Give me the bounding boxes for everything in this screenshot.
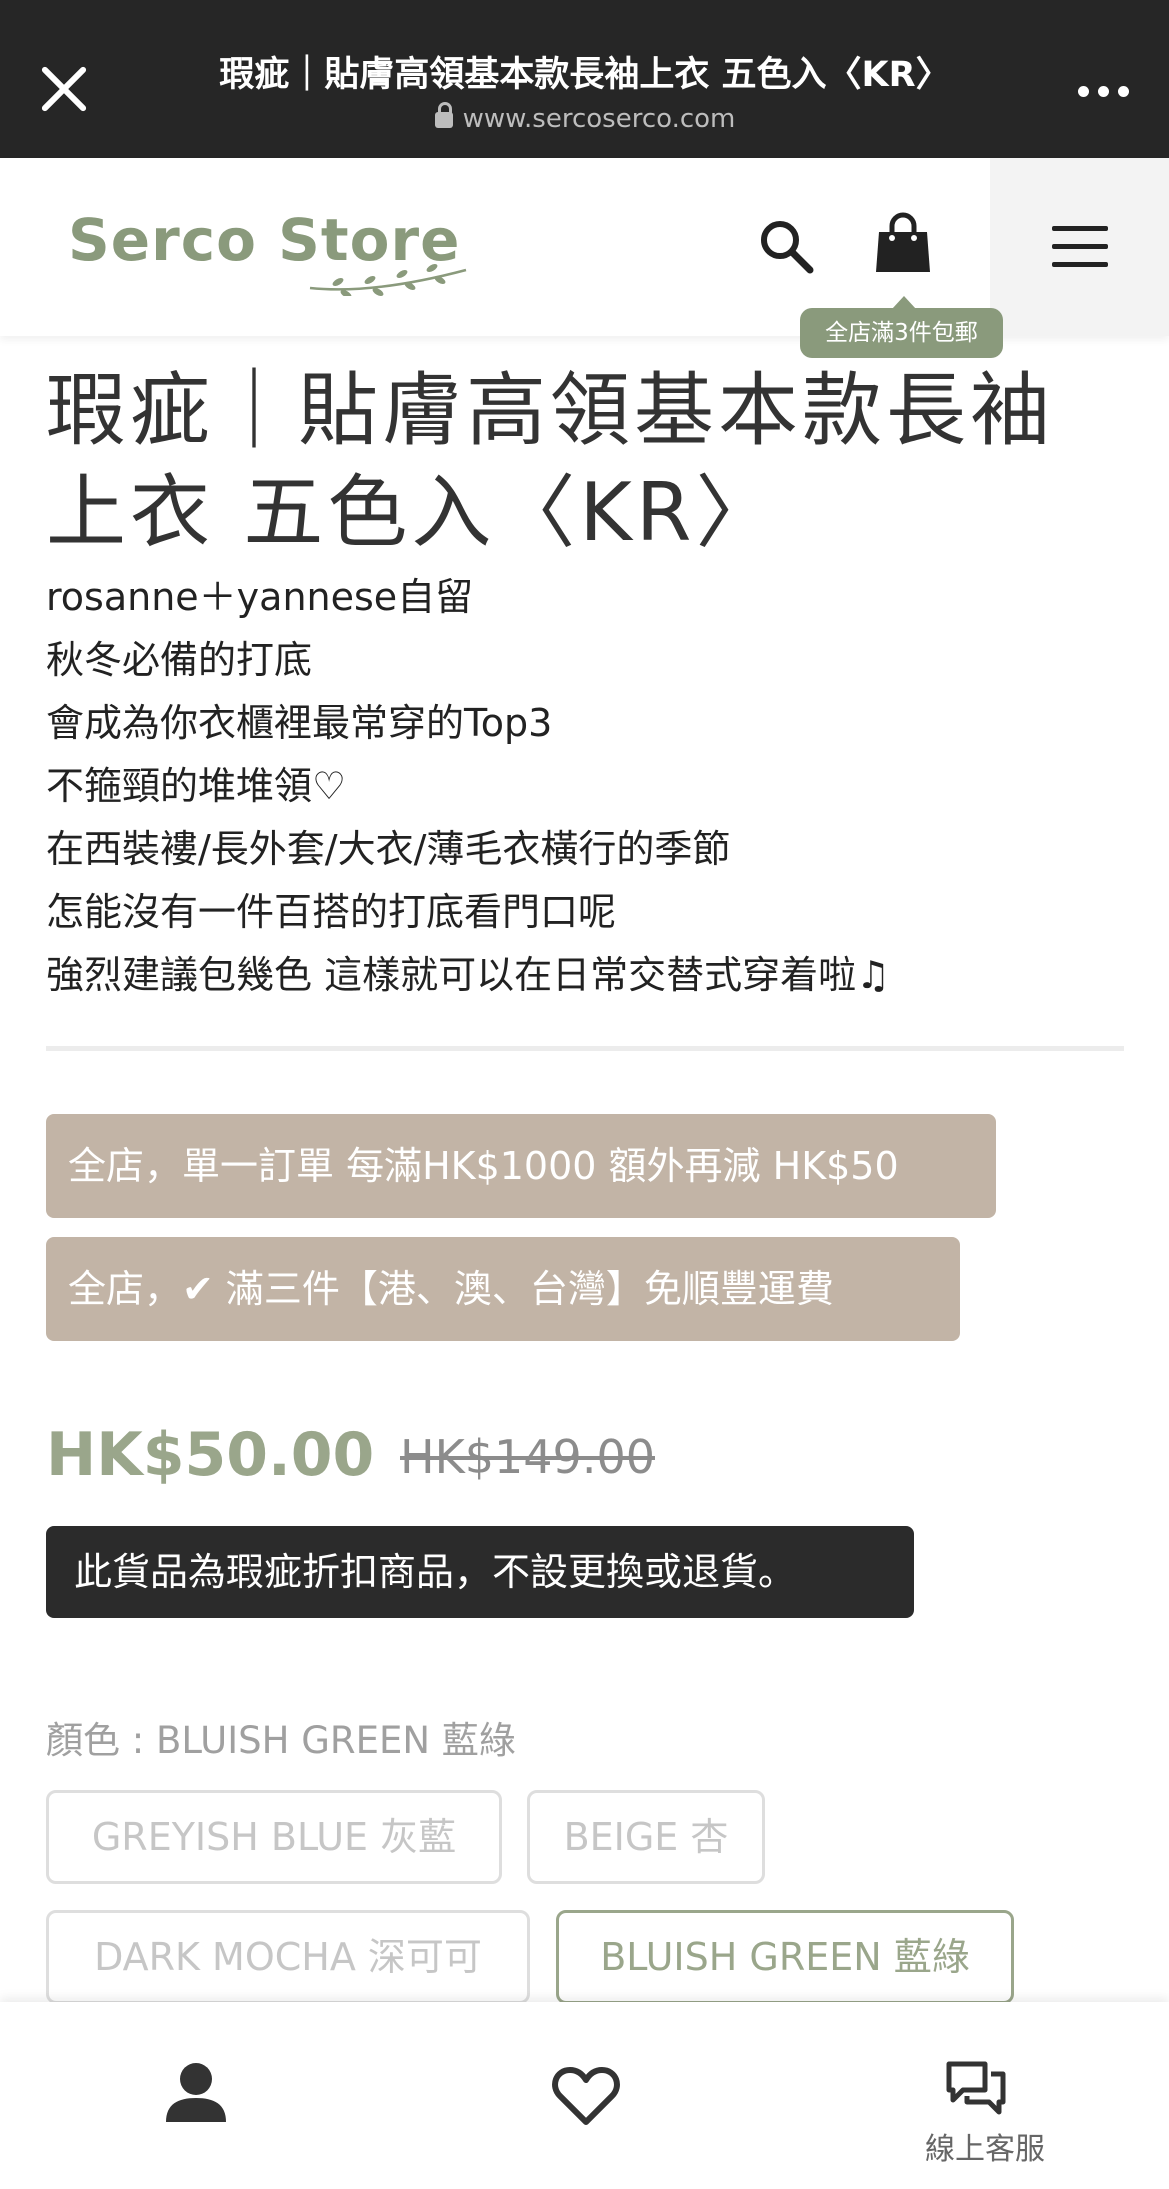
more-icon[interactable] <box>1078 86 1130 98</box>
promo-tag-discount[interactable]: 全店，單一訂單 每滿HK$1000 額外再減 HK$50 <box>46 1114 996 1218</box>
online-support-label: 線上客服 <box>925 2132 1045 2167</box>
color-option-bluish-green[interactable]: BLUISH GREEN 藍綠 <box>556 1910 1014 2004</box>
description-line: rosanne＋yannese自留 <box>46 575 474 619</box>
no-return-notice: 此貨品為瑕疵折扣商品，不設更換或退貨。 <box>46 1526 914 1618</box>
lock-icon <box>434 102 453 128</box>
color-option-dark-mocha[interactable]: DARK MOCHA 深可可 <box>46 1910 530 2004</box>
sale-price: HK$50.00 <box>46 1420 375 1490</box>
profile-icon <box>166 2063 226 2122</box>
menu-icon <box>1052 226 1108 268</box>
url-row: www.sercoserco.com <box>120 102 1050 134</box>
color-option-greyish-blue[interactable]: GREYISH BLUE 灰藍 <box>46 1790 502 1884</box>
profile-button[interactable] <box>150 2002 240 2189</box>
vine-decoration-icon <box>309 264 467 296</box>
promo-tag-shipping[interactable]: 全店，✔ 滿三件【港、澳、台灣】免順豐運費 <box>46 1237 960 1341</box>
original-price: HK$149.00 <box>400 1430 655 1484</box>
bottom-nav: 線上客服 <box>0 2002 1169 2189</box>
heart-icon <box>552 2067 620 2125</box>
online-support-button[interactable]: 線上客服 <box>895 2002 1075 2189</box>
product-title: 瑕疵｜貼膚高領基本款長袖上衣 五色入〈KR〉 <box>46 364 1054 559</box>
search-icon[interactable] <box>758 218 814 274</box>
cart-icon[interactable] <box>873 212 933 274</box>
product-description: rosanne＋yannese自留 秋冬必備的打底 會成為你衣櫃裡最常穿的Top… <box>46 566 1126 1007</box>
color-option-beige[interactable]: BEIGE 杏 <box>527 1790 765 1884</box>
color-label: 顏色 : BLUISH GREEN 藍綠 <box>46 1719 516 1762</box>
description-line: 強烈建議包幾色 這樣就可以在日常交替式穿着啦♫ <box>46 953 891 997</box>
chat-icon <box>946 2061 1006 2115</box>
description-line: 秋冬必備的打底 <box>46 638 313 682</box>
description-line: 怎能沒有一件百搭的打底看門口呢 <box>46 890 617 934</box>
description-line: 不箍頸的堆堆領♡ <box>46 764 347 808</box>
description-line: 在西裝褸/長外套/大衣/薄毛衣橫行的季節 <box>46 827 731 871</box>
browser-top-bar: 瑕疵｜貼膚高領基本款長袖上衣 五色入〈KR〉 www.sercoserco.co… <box>0 0 1169 158</box>
description-line: 會成為你衣櫃裡最常穿的Top3 <box>46 701 553 745</box>
close-icon[interactable] <box>28 52 100 124</box>
url-text: www.sercoserco.com <box>462 104 736 134</box>
browser-page-title: 瑕疵｜貼膚高領基本款長袖上衣 五色入〈KR〉 <box>219 55 951 95</box>
menu-button[interactable] <box>990 158 1169 336</box>
favorites-button[interactable] <box>540 2002 630 2189</box>
free-shipping-bubble: 全店滿3件包郵 <box>800 296 1003 358</box>
divider <box>46 1046 1124 1051</box>
